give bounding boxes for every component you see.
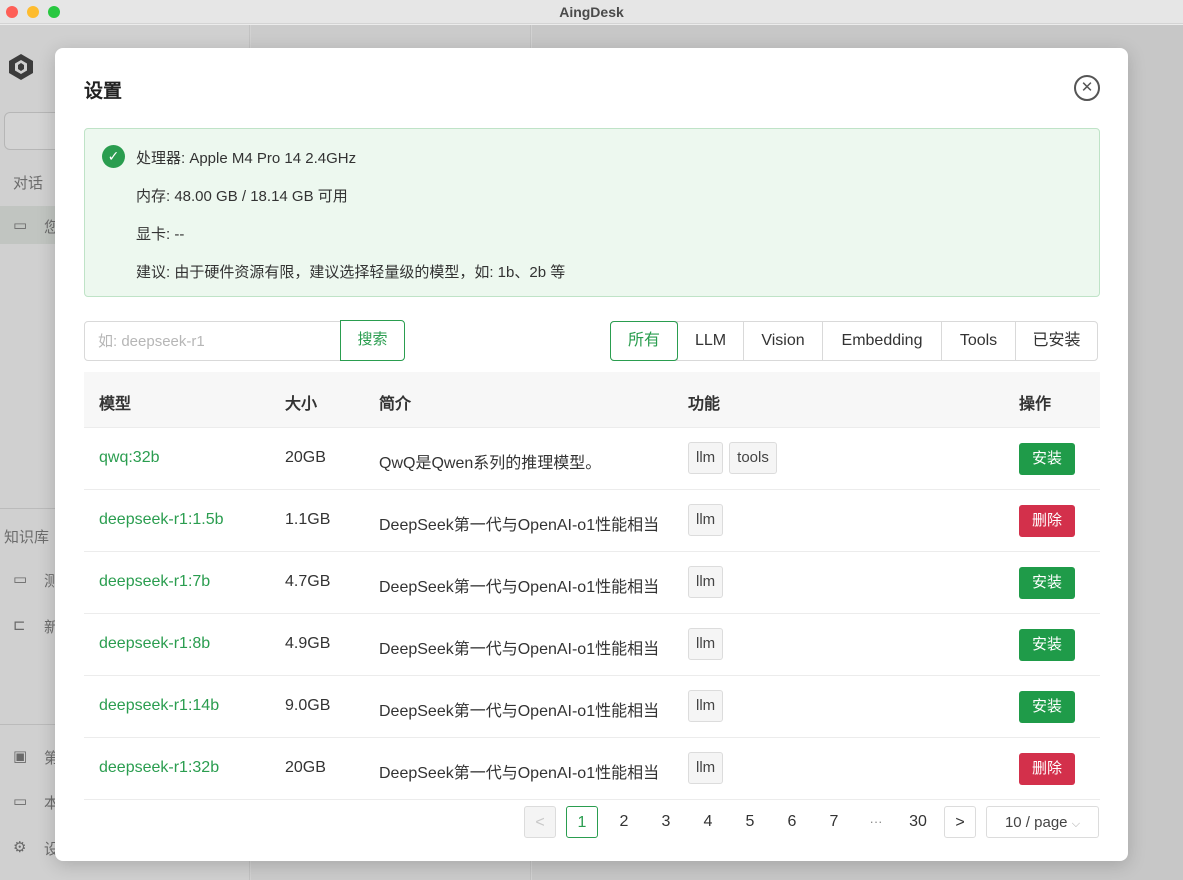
model-table: 模型 大小 简介 功能 操作 qwq:32b 20GB QwQ是Qwen系列的推…	[84, 372, 1100, 800]
model-size: 4.9GB	[285, 635, 331, 652]
model-size: 4.7GB	[285, 573, 331, 590]
header-model: 模型	[99, 396, 132, 413]
settings-dialog: 设置 ✕ ✓ 处理器: Apple M4 Pro 14 2.4GHz 内存: 4…	[55, 48, 1128, 861]
page-button-4[interactable]: 4	[692, 806, 724, 838]
page-button-3[interactable]: 3	[650, 806, 682, 838]
feature-tag: llm	[688, 752, 724, 784]
gpu-info: 显卡: --	[136, 226, 185, 243]
feature-tags: llm	[688, 504, 724, 536]
delete-button[interactable]: 删除	[1019, 753, 1075, 785]
header-description: 简介	[379, 396, 412, 413]
feature-tags: llm	[688, 628, 724, 660]
model-description: QwQ是Qwen系列的推理模型。	[379, 455, 602, 472]
model-name-link[interactable]: deepseek-r1:8b	[99, 635, 210, 653]
page-button-1[interactable]: 1	[566, 806, 598, 838]
feature-tags: llm	[688, 690, 724, 722]
model-description: DeepSeek第一代与OpenAI-o1性能相当	[379, 579, 660, 596]
table-row: qwq:32b 20GB QwQ是Qwen系列的推理模型。 llm tools …	[84, 428, 1100, 490]
model-description: DeepSeek第一代与OpenAI-o1性能相当	[379, 765, 660, 782]
filter-all[interactable]: 所有	[610, 321, 678, 361]
page-size-select[interactable]: 10 / page ⌵	[986, 806, 1099, 838]
dialog-title: 设置	[84, 81, 123, 102]
filter-vision[interactable]: Vision	[743, 322, 822, 360]
header-features: 功能	[688, 396, 721, 413]
search-button[interactable]: 搜索	[340, 320, 405, 361]
header-actions: 操作	[1019, 396, 1052, 413]
filter-llm[interactable]: LLM	[677, 322, 743, 360]
model-name-link[interactable]: deepseek-r1:1.5b	[99, 511, 224, 529]
page-size-value: 10 / page	[1004, 814, 1068, 831]
install-button[interactable]: 安装	[1019, 629, 1075, 661]
model-filter-tabs: 所有 LLM Vision Embedding Tools 已安装	[610, 321, 1098, 361]
page-button-7[interactable]: 7	[818, 806, 850, 838]
header-size: 大小	[285, 396, 318, 413]
prev-page-button[interactable]: <	[524, 806, 556, 838]
feature-tags: llm tools	[688, 442, 777, 474]
model-size: 20GB	[285, 759, 326, 776]
page-button-last[interactable]: 30	[898, 806, 938, 838]
feature-tags: llm	[688, 752, 724, 784]
window-title: AingDesk	[559, 4, 624, 20]
filter-installed[interactable]: 已安装	[1015, 322, 1097, 360]
model-size: 20GB	[285, 449, 326, 466]
next-page-button[interactable]: >	[944, 806, 976, 838]
cpu-info: 处理器: Apple M4 Pro 14 2.4GHz	[136, 150, 357, 167]
model-description: DeepSeek第一代与OpenAI-o1性能相当	[379, 517, 660, 534]
table-row: deepseek-r1:14b 9.0GB DeepSeek第一代与OpenAI…	[84, 676, 1100, 738]
filter-embedding[interactable]: Embedding	[822, 322, 941, 360]
feature-tag: llm	[688, 690, 724, 722]
delete-button[interactable]: 删除	[1019, 505, 1075, 537]
close-icon[interactable]: ✕	[1074, 75, 1100, 101]
install-button[interactable]: 安装	[1019, 567, 1075, 599]
hardware-info-panel: ✓ 处理器: Apple M4 Pro 14 2.4GHz 内存: 48.00 …	[84, 128, 1100, 297]
model-name-link[interactable]: deepseek-r1:14b	[99, 697, 219, 715]
filter-tools[interactable]: Tools	[941, 322, 1015, 360]
page-button-5[interactable]: 5	[734, 806, 766, 838]
memory-info: 内存: 48.00 GB / 18.14 GB 可用	[136, 188, 348, 205]
check-circle-icon: ✓	[102, 145, 125, 168]
feature-tag: llm	[688, 504, 724, 536]
table-row: deepseek-r1:8b 4.9GB DeepSeek第一代与OpenAI-…	[84, 614, 1100, 676]
model-description: DeepSeek第一代与OpenAI-o1性能相当	[379, 641, 660, 658]
page-button-2[interactable]: 2	[608, 806, 640, 838]
feature-tags: llm	[688, 566, 724, 598]
chevron-down-icon: ⌵	[1071, 818, 1081, 830]
feature-tag: llm	[688, 628, 724, 660]
page-ellipsis[interactable]: ···	[860, 806, 892, 838]
model-name-link[interactable]: deepseek-r1:32b	[99, 759, 219, 777]
feature-tag: tools	[729, 442, 777, 474]
window-titlebar: AingDesk	[0, 0, 1183, 24]
feature-tag: llm	[688, 442, 724, 474]
install-button[interactable]: 安装	[1019, 691, 1075, 723]
pagination: < 1 2 3 4 5 6 7 ··· 30 > 10 / page ⌵	[55, 806, 1128, 838]
table-row: deepseek-r1:7b 4.7GB DeepSeek第一代与OpenAI-…	[84, 552, 1100, 614]
model-name-link[interactable]: qwq:32b	[99, 449, 160, 467]
install-button[interactable]: 安装	[1019, 443, 1075, 475]
page-button-6[interactable]: 6	[776, 806, 808, 838]
table-row: deepseek-r1:32b 20GB DeepSeek第一代与OpenAI-…	[84, 738, 1100, 800]
model-search-input[interactable]	[84, 321, 341, 361]
table-row: deepseek-r1:1.5b 1.1GB DeepSeek第一代与OpenA…	[84, 490, 1100, 552]
model-size: 9.0GB	[285, 697, 331, 714]
model-name-link[interactable]: deepseek-r1:7b	[99, 573, 210, 591]
feature-tag: llm	[688, 566, 724, 598]
suggestion-info: 建议: 由于硬件资源有限，建议选择轻量级的模型，如: 1b、2b 等	[136, 264, 566, 281]
model-size: 1.1GB	[285, 511, 331, 528]
table-header: 模型 大小 简介 功能 操作	[84, 372, 1100, 428]
model-description: DeepSeek第一代与OpenAI-o1性能相当	[379, 703, 660, 720]
